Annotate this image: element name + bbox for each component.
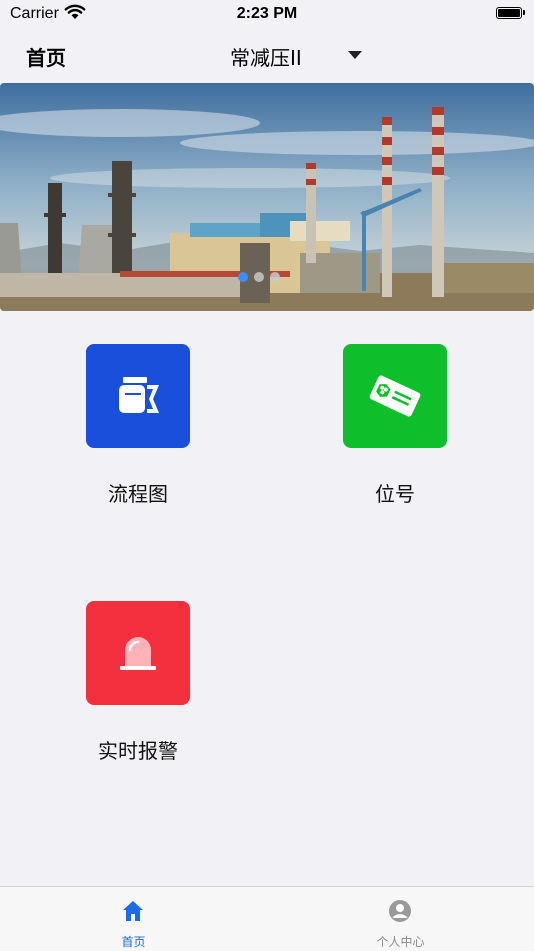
- user-icon: [388, 899, 412, 927]
- status-bar: Carrier 2:23 PM: [0, 0, 534, 28]
- tag-tile-icon[interactable]: [343, 344, 447, 448]
- tile-tag-label: 位号: [375, 482, 415, 506]
- tile-flowchart[interactable]: 流程图: [63, 344, 213, 507]
- alarm-light-icon: [120, 637, 156, 670]
- flowchart-tile-icon[interactable]: [86, 344, 190, 448]
- tile-tag[interactable]: 位号: [320, 344, 470, 507]
- tab-home[interactable]: 首页: [0, 887, 267, 951]
- carousel-dot-2[interactable]: [254, 272, 264, 282]
- unit-selector-label: 常减压II: [230, 45, 302, 70]
- home-icon: [121, 899, 145, 927]
- tag-icon: [369, 375, 421, 417]
- tile-alarm-label: 实时报警: [98, 739, 178, 763]
- carousel-dot-3[interactable]: [270, 272, 280, 282]
- unit-selector[interactable]: 常减压II: [230, 41, 362, 71]
- clock: 2:23 PM: [236, 5, 298, 22]
- battery-icon: [496, 7, 522, 19]
- tab-profile[interactable]: 个人中心: [267, 887, 534, 951]
- carousel-page-indicator[interactable]: [238, 272, 280, 282]
- tab-profile-label: 个人中心: [376, 935, 425, 949]
- tile-alarm[interactable]: 实时报警: [63, 601, 213, 764]
- caret-down-icon[interactable]: [348, 51, 362, 59]
- flowchart-icon: [119, 377, 159, 413]
- tab-bar: 首页 个人中心: [0, 886, 534, 951]
- battery-cap: [523, 10, 525, 15]
- alarm-tile-icon[interactable]: [86, 601, 190, 705]
- page-title: 首页: [26, 46, 66, 70]
- nav-bar: 首页 常减压II: [0, 28, 534, 80]
- carousel-dot-1[interactable]: [238, 272, 248, 282]
- tile-flowchart-label: 流程图: [108, 482, 168, 506]
- tab-home-label: 首页: [121, 935, 146, 949]
